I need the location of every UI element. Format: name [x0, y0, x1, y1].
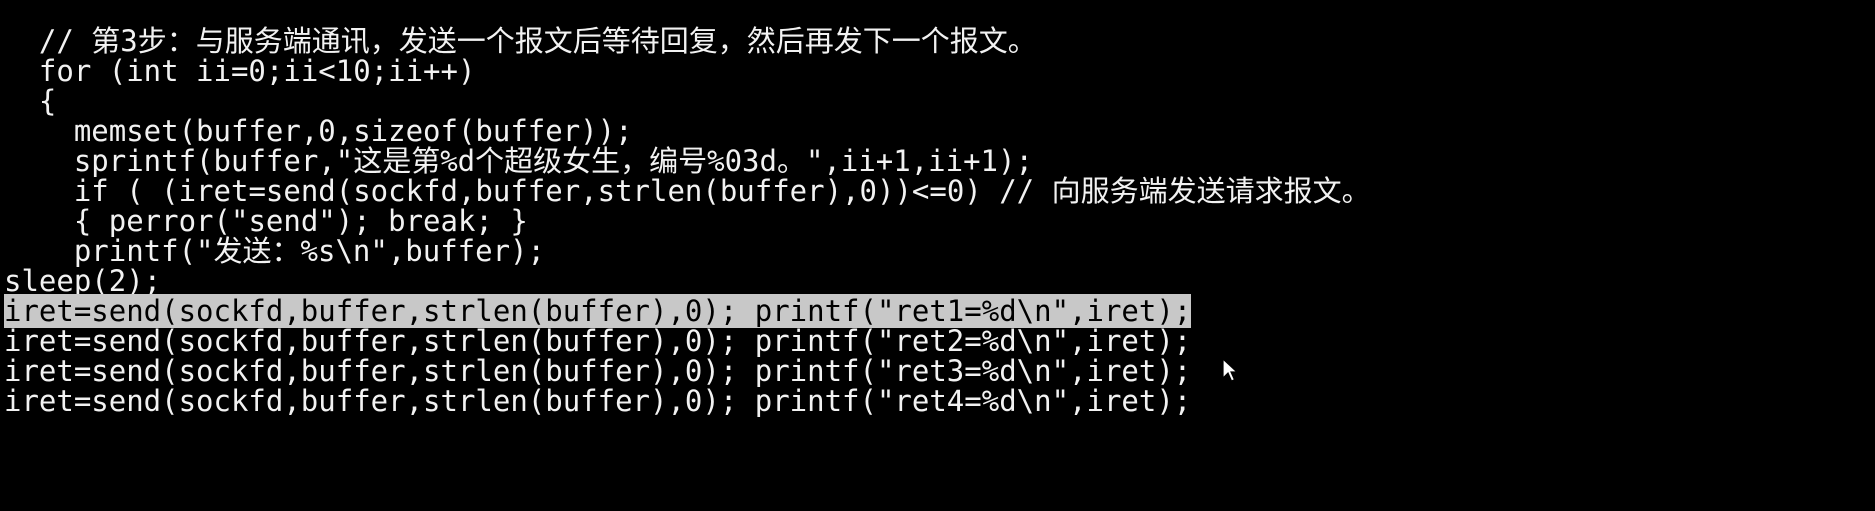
- code-text: for (int ii=0;ii<10;ii++): [38, 54, 476, 88]
- code-line-13[interactable]: iret=send(sockfd,buffer,strlen(buffer),0…: [4, 383, 1191, 419]
- code-text: iret=send(sockfd,buffer,strlen(buffer),0…: [4, 384, 1192, 418]
- terminal-window[interactable]: // 第3步：与服务端通讯，发送一个报文后等待回复，然后再发下一个报文。 for…: [0, 0, 1875, 511]
- mouse-pointer-icon: [1222, 358, 1238, 382]
- code-line-2[interactable]: for (int ii=0;ii<10;ii++): [4, 53, 476, 89]
